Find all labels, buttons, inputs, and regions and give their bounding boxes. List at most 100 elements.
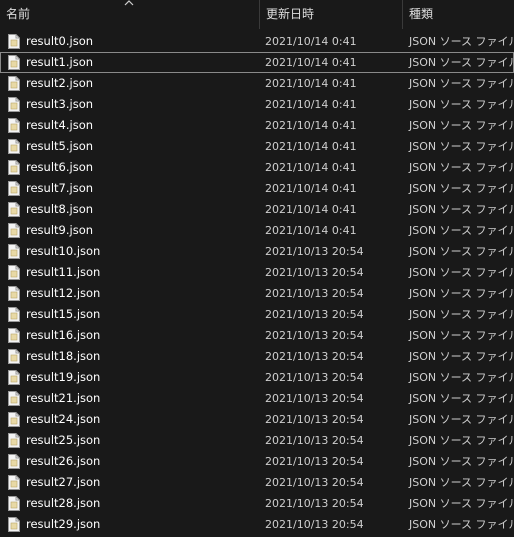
file-row[interactable]: result11.json 2021/10/13 20:54 JSON ソース ファ… <box>0 262 514 283</box>
file-row[interactable]: result12.json 2021/10/13 20:54 JSON ソース ファ… <box>0 283 514 304</box>
file-date-modified: 2021/10/14 0:41 <box>265 119 357 132</box>
file-date-modified: 2021/10/14 0:41 <box>265 182 357 195</box>
file-type: JSON ソース ファイル <box>409 476 514 489</box>
file-name: result4.json <box>26 118 94 132</box>
file-row[interactable]: result8.json 2021/10/14 0:41 JSON ソース ファイル <box>0 199 514 220</box>
file-row[interactable]: result6.json 2021/10/14 0:41 JSON ソース ファイル <box>0 157 514 178</box>
file-row[interactable]: result2.json 2021/10/14 0:41 JSON ソース ファイル <box>0 73 514 94</box>
file-name: result7.json <box>26 181 94 195</box>
column-header-type[interactable]: 種類 <box>403 0 514 29</box>
json-file-icon <box>8 370 20 385</box>
file-list: result0.json 2021/10/14 0:41 JSON ソース ファイル… <box>0 31 514 535</box>
file-date-modified: 2021/10/14 0:41 <box>265 224 357 237</box>
file-type: JSON ソース ファイル <box>409 518 514 531</box>
file-type: JSON ソース ファイル <box>409 266 514 279</box>
file-type: JSON ソース ファイル <box>409 245 514 258</box>
json-file-icon <box>8 286 20 301</box>
file-type: JSON ソース ファイル <box>409 224 514 237</box>
file-type: JSON ソース ファイル <box>409 77 514 90</box>
file-date-modified: 2021/10/13 20:54 <box>265 455 364 468</box>
file-type: JSON ソース ファイル <box>409 350 514 363</box>
file-row[interactable]: result27.json 2021/10/13 20:54 JSON ソース ファ… <box>0 472 514 493</box>
file-date-modified: 2021/10/14 0:41 <box>265 77 357 90</box>
file-type: JSON ソース ファイル <box>409 455 514 468</box>
file-row[interactable]: result26.json 2021/10/13 20:54 JSON ソース ファ… <box>0 451 514 472</box>
file-date-modified: 2021/10/13 20:54 <box>265 476 364 489</box>
file-date-modified: 2021/10/14 0:41 <box>265 161 357 174</box>
file-name: result0.json <box>26 34 94 48</box>
json-file-icon <box>8 34 20 49</box>
file-name: result29.json <box>26 517 101 531</box>
json-file-icon <box>8 244 20 259</box>
file-name: result16.json <box>26 328 101 342</box>
file-row[interactable]: result7.json 2021/10/14 0:41 JSON ソース ファイル <box>0 178 514 199</box>
file-name: result12.json <box>26 286 101 300</box>
file-row[interactable]: result29.json 2021/10/13 20:54 JSON ソース ファ… <box>0 514 514 535</box>
file-name: result25.json <box>26 433 101 447</box>
file-type: JSON ソース ファイル <box>409 119 514 132</box>
file-name: result6.json <box>26 160 94 174</box>
file-type: JSON ソース ファイル <box>409 98 514 111</box>
json-file-icon <box>8 55 20 70</box>
json-file-icon <box>8 412 20 427</box>
json-file-icon <box>8 118 20 133</box>
file-name: result15.json <box>26 307 101 321</box>
file-row[interactable]: result5.json 2021/10/14 0:41 JSON ソース ファイル <box>0 136 514 157</box>
file-name: result9.json <box>26 223 94 237</box>
file-name: result27.json <box>26 475 101 489</box>
file-date-modified: 2021/10/13 20:54 <box>265 497 364 510</box>
file-row[interactable]: result24.json 2021/10/13 20:54 JSON ソース ファ… <box>0 409 514 430</box>
file-row[interactable]: result21.json 2021/10/13 20:54 JSON ソース ファ… <box>0 388 514 409</box>
file-date-modified: 2021/10/13 20:54 <box>265 434 364 447</box>
column-header-name[interactable]: 名前 <box>0 0 259 29</box>
file-name: result28.json <box>26 496 101 510</box>
json-file-icon <box>8 475 20 490</box>
file-name: result18.json <box>26 349 101 363</box>
file-row[interactable]: result16.json 2021/10/13 20:54 JSON ソース ファ… <box>0 325 514 346</box>
file-row[interactable]: result28.json 2021/10/13 20:54 JSON ソース ファ… <box>0 493 514 514</box>
file-type: JSON ソース ファイル <box>409 371 514 384</box>
json-file-icon <box>8 433 20 448</box>
json-file-icon <box>8 139 20 154</box>
file-date-modified: 2021/10/13 20:54 <box>265 413 364 426</box>
json-file-icon <box>8 97 20 112</box>
json-file-icon <box>8 265 20 280</box>
file-row[interactable]: result4.json 2021/10/14 0:41 JSON ソース ファイル <box>0 115 514 136</box>
file-name: result8.json <box>26 202 94 216</box>
file-name: result2.json <box>26 76 94 90</box>
file-date-modified: 2021/10/13 20:54 <box>265 329 364 342</box>
file-type: JSON ソース ファイル <box>409 413 514 426</box>
file-type: JSON ソース ファイル <box>409 161 514 174</box>
file-row[interactable]: result10.json 2021/10/13 20:54 JSON ソース ファ… <box>0 241 514 262</box>
file-date-modified: 2021/10/14 0:41 <box>265 56 357 69</box>
file-date-modified: 2021/10/13 20:54 <box>265 350 364 363</box>
json-file-icon <box>8 202 20 217</box>
file-date-modified: 2021/10/13 20:54 <box>265 287 364 300</box>
file-type: JSON ソース ファイル <box>409 56 514 69</box>
file-date-modified: 2021/10/13 20:54 <box>265 518 364 531</box>
file-row[interactable]: result9.json 2021/10/14 0:41 JSON ソース ファイル <box>0 220 514 241</box>
json-file-icon <box>8 391 20 406</box>
column-header-date-modified[interactable]: 更新日時 <box>260 0 402 29</box>
json-file-icon <box>8 328 20 343</box>
file-date-modified: 2021/10/14 0:41 <box>265 98 357 111</box>
file-type: JSON ソース ファイル <box>409 434 514 447</box>
file-row[interactable]: result15.json 2021/10/13 20:54 JSON ソース ファ… <box>0 304 514 325</box>
file-row[interactable]: result19.json 2021/10/13 20:54 JSON ソース ファ… <box>0 367 514 388</box>
json-file-icon <box>8 181 20 196</box>
json-file-icon <box>8 496 20 511</box>
column-header-bar: 名前 更新日時 種類 <box>0 0 514 29</box>
file-row[interactable]: result1.json 2021/10/14 0:41 JSON ソース ファイル <box>0 52 514 73</box>
file-type: JSON ソース ファイル <box>409 287 514 300</box>
file-row[interactable]: result18.json 2021/10/13 20:54 JSON ソース ファ… <box>0 346 514 367</box>
file-row[interactable]: result3.json 2021/10/14 0:41 JSON ソース ファイル <box>0 94 514 115</box>
file-type: JSON ソース ファイル <box>409 182 514 195</box>
file-name: result24.json <box>26 412 101 426</box>
file-name: result26.json <box>26 454 101 468</box>
file-date-modified: 2021/10/13 20:54 <box>265 245 364 258</box>
file-date-modified: 2021/10/13 20:54 <box>265 266 364 279</box>
file-row[interactable]: result25.json 2021/10/13 20:54 JSON ソース ファ… <box>0 430 514 451</box>
file-row[interactable]: result0.json 2021/10/14 0:41 JSON ソース ファイル <box>0 31 514 52</box>
json-file-icon <box>8 160 20 175</box>
file-date-modified: 2021/10/13 20:54 <box>265 392 364 405</box>
